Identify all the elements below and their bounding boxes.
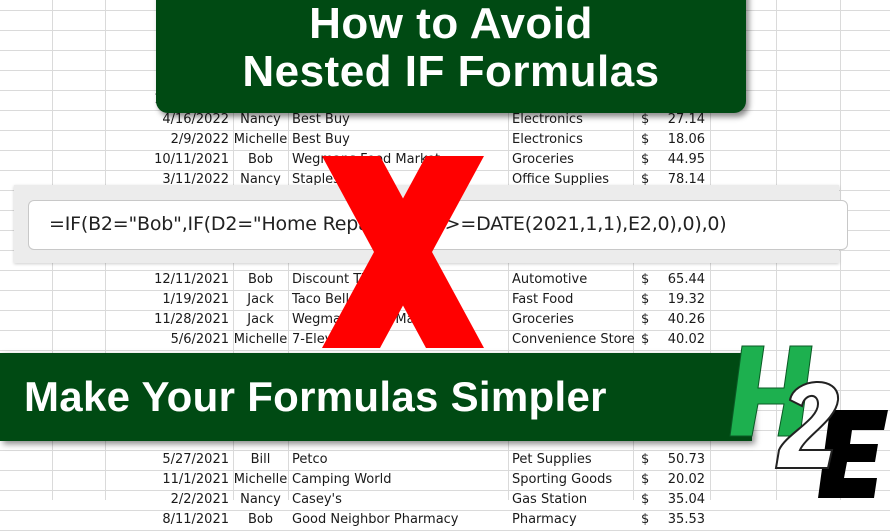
table-row: 4/16/2022 Nancy Best Buy Electronics $27.14: [0, 110, 890, 130]
cell-category[interactable]: Automotive: [512, 272, 587, 288]
cell-category[interactable]: Electronics: [512, 112, 583, 128]
cell-store[interactable]: Good Neighbor Pharmacy: [292, 512, 459, 528]
cell-amount[interactable]: 44.95: [668, 152, 705, 168]
cell-category[interactable]: Groceries: [512, 312, 574, 328]
cell-category[interactable]: Electronics: [512, 132, 583, 148]
cell-name[interactable]: Bob: [233, 512, 288, 528]
cell-amount[interactable]: 20.02: [668, 472, 705, 488]
cell-category[interactable]: Sporting Goods: [512, 472, 612, 488]
cell-amount[interactable]: 35.04: [668, 492, 705, 508]
cell-currency[interactable]: $: [641, 152, 649, 168]
cell-store[interactable]: Best Buy: [292, 132, 350, 148]
cell-amount[interactable]: 65.44: [668, 272, 705, 288]
title-line-1: How to Avoid: [309, 0, 593, 48]
cell-date[interactable]: 5/27/2021: [162, 452, 229, 468]
cell-amount[interactable]: 40.26: [668, 312, 705, 328]
cell-name[interactable]: Jack: [233, 292, 288, 308]
title-banner: How to Avoid Nested IF Formulas: [156, 0, 746, 113]
cell-name[interactable]: Bob: [233, 152, 288, 168]
cell-name[interactable]: Michelle: [233, 332, 288, 348]
cell-category[interactable]: Fast Food: [512, 292, 573, 308]
cell-amount[interactable]: 18.06: [668, 132, 705, 148]
cell-date[interactable]: 5/6/2021: [171, 332, 229, 348]
cell-name[interactable]: Michelle: [233, 472, 288, 488]
cell-category[interactable]: Groceries: [512, 152, 574, 168]
cell-category[interactable]: Convenience Store: [512, 332, 635, 348]
table-row: 8/11/2021 Bob Good Neighbor Pharmacy Pharma…: [0, 510, 890, 530]
cell-date[interactable]: 11/28/2021: [154, 312, 229, 328]
cell-name[interactable]: Nancy: [233, 492, 288, 508]
cell-amount[interactable]: 50.73: [668, 452, 705, 468]
cell-date[interactable]: 12/11/2021: [154, 272, 229, 288]
cell-amount[interactable]: 35.53: [668, 512, 705, 528]
cell-category[interactable]: Pet Supplies: [512, 452, 592, 468]
cell-amount[interactable]: 27.14: [668, 112, 705, 128]
cell-date[interactable]: 8/11/2021: [162, 512, 229, 528]
title-line-2: Nested IF Formulas: [242, 47, 660, 96]
cell-category[interactable]: Gas Station: [512, 492, 587, 508]
cell-store[interactable]: Camping World: [292, 472, 391, 488]
cell-currency[interactable]: $: [641, 452, 649, 468]
cell-currency[interactable]: $: [641, 132, 649, 148]
cell-amount[interactable]: 40.02: [668, 332, 705, 348]
cell-currency[interactable]: $: [641, 332, 649, 348]
cell-store[interactable]: Best Buy: [292, 112, 350, 128]
table-row: 2/9/2022 Michelle Best Buy Electronics $18.0…: [0, 130, 890, 150]
cell-date[interactable]: 4/16/2022: [162, 112, 229, 128]
cell-date[interactable]: 10/11/2021: [154, 152, 229, 168]
cell-name[interactable]: Bill: [233, 452, 288, 468]
cell-currency[interactable]: $: [641, 492, 649, 508]
cell-name[interactable]: Nancy: [233, 112, 288, 128]
cell-category[interactable]: Pharmacy: [512, 512, 577, 528]
cell-currency[interactable]: $: [641, 512, 649, 528]
cell-currency[interactable]: $: [641, 272, 649, 288]
cell-currency[interactable]: $: [641, 472, 649, 488]
cell-date[interactable]: 1/19/2021: [162, 292, 229, 308]
cell-store[interactable]: Petco: [292, 452, 328, 468]
h2e-logo: [729, 345, 888, 498]
cell-currency[interactable]: $: [641, 292, 649, 308]
cell-currency[interactable]: $: [641, 312, 649, 328]
cell-store[interactable]: Casey's: [292, 492, 342, 508]
subtitle-banner: Make Your Formulas Simpler: [0, 353, 752, 441]
cell-date[interactable]: 2/9/2022: [171, 132, 229, 148]
cell-date[interactable]: 2/2/2021: [171, 492, 229, 508]
red-x-icon: [322, 156, 484, 348]
subtitle-text: Make Your Formulas Simpler: [24, 373, 607, 420]
cell-name[interactable]: Jack: [233, 312, 288, 328]
cell-amount[interactable]: 19.32: [668, 292, 705, 308]
cell-name[interactable]: Michelle: [233, 132, 288, 148]
cell-name[interactable]: Bob: [233, 272, 288, 288]
cell-currency[interactable]: $: [641, 112, 649, 128]
cell-date[interactable]: 11/1/2021: [162, 472, 229, 488]
